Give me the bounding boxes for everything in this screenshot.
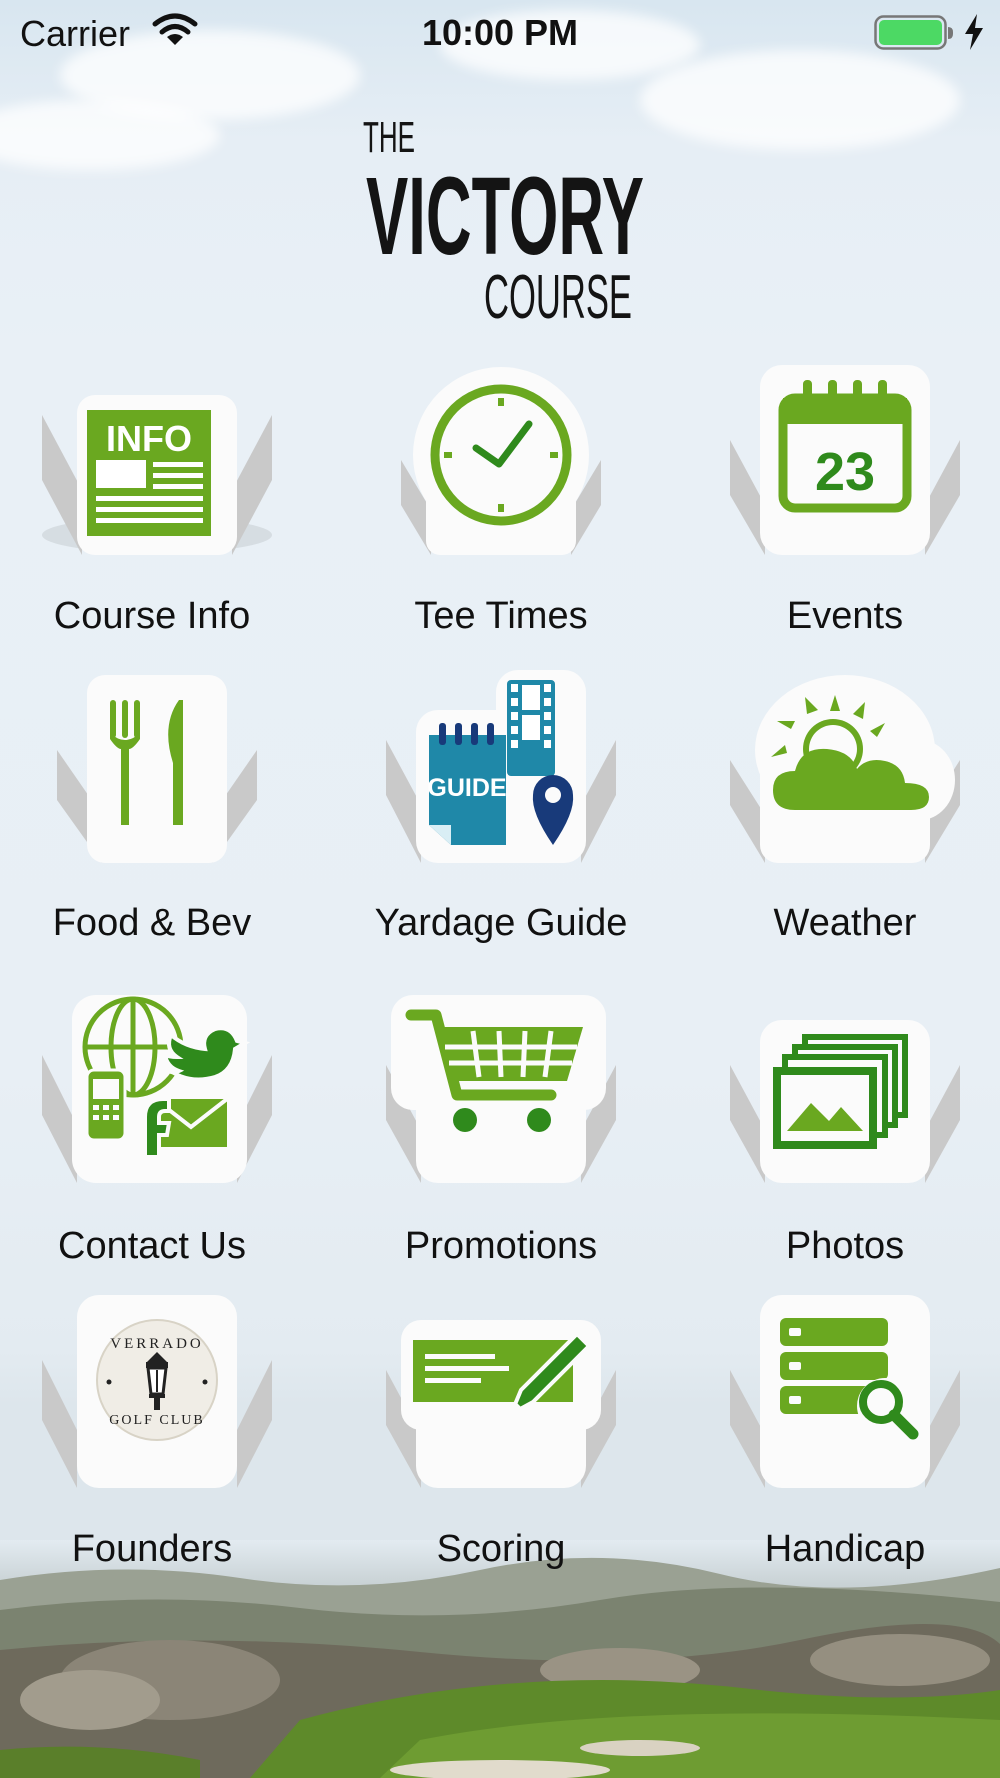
menu-tile-tee-times[interactable]: Tee Times (361, 360, 641, 660)
scorecard-pencil-icon (386, 1320, 616, 1488)
menu-tile-contact-us[interactable]: Contact Us (12, 985, 292, 1285)
guide-label: GUIDE (427, 774, 506, 802)
verrado-seal-icon: VERRADO GOLF CLUB (42, 1295, 272, 1488)
shopping-cart-icon (386, 995, 616, 1183)
seal-text-top: VERRADO (110, 1336, 204, 1352)
menu-tile-food-bev[interactable]: Food & Bev (12, 665, 292, 965)
menu-tile-weather[interactable]: Weather (705, 665, 985, 965)
logo-line-victory: VICTORY (366, 155, 644, 278)
menu-label-contact-us: Contact Us (58, 1225, 246, 1267)
menu-label-events: Events (786, 595, 904, 637)
fork-knife-icon (57, 675, 257, 863)
victory-course-logo: THE VICTORY COURSE (360, 108, 650, 332)
menu-label-photos: Photos (785, 1225, 905, 1267)
guide-map-icon: GUIDE (386, 670, 616, 863)
menu-tile-founders[interactable]: VERRADO GOLF CLUB Founders (12, 1290, 292, 1590)
calendar-icon: 23 (730, 365, 960, 555)
charging-bolt-icon (962, 13, 986, 56)
svg-text:INFO: INFO (106, 418, 192, 459)
status-bar: Carrier 10:00 PM (0, 0, 1000, 64)
menu-tile-yardage-guide[interactable]: GUIDE Yardage Guide (361, 665, 641, 965)
menu-tile-handicap[interactable]: Handicap (705, 1290, 985, 1590)
menu-tile-scoring[interactable]: Scoring (361, 1290, 641, 1590)
calendar-date: 23 (815, 442, 875, 502)
photos-icon (730, 1020, 960, 1183)
menu-label-handicap: Handicap (764, 1528, 926, 1570)
menu-label-promotions: Promotions (404, 1225, 598, 1267)
logo-line-course: COURSE (484, 263, 632, 328)
menu-label-scoring: Scoring (436, 1528, 566, 1570)
menu-tile-events[interactable]: 23 Events (705, 360, 985, 660)
menu-label-founders: Founders (71, 1528, 233, 1570)
menu-tile-course-info[interactable]: INFO Course Info (12, 360, 292, 660)
battery-icon (874, 15, 954, 56)
menu-tile-promotions[interactable]: Promotions (361, 985, 641, 1285)
menu-label-yardage-guide: Yardage Guide (374, 902, 628, 944)
clock-time: 10:00 PM (421, 12, 579, 53)
menu-label-food-bev: Food & Bev (52, 902, 252, 944)
menu-label-weather: Weather (773, 902, 917, 944)
clock-icon (401, 367, 601, 555)
seal-text-bottom: GOLF CLUB (109, 1413, 204, 1428)
contact-social-icon (42, 995, 272, 1183)
cloud (640, 50, 960, 150)
sun-cloud-icon (730, 675, 960, 863)
info-newspaper-icon: INFO (42, 395, 272, 555)
menu-label-course-info: Course Info (53, 595, 251, 637)
menu-label-tee-times: Tee Times (414, 595, 588, 637)
menu-tile-photos[interactable]: Photos (705, 985, 985, 1285)
database-search-icon (730, 1295, 960, 1488)
